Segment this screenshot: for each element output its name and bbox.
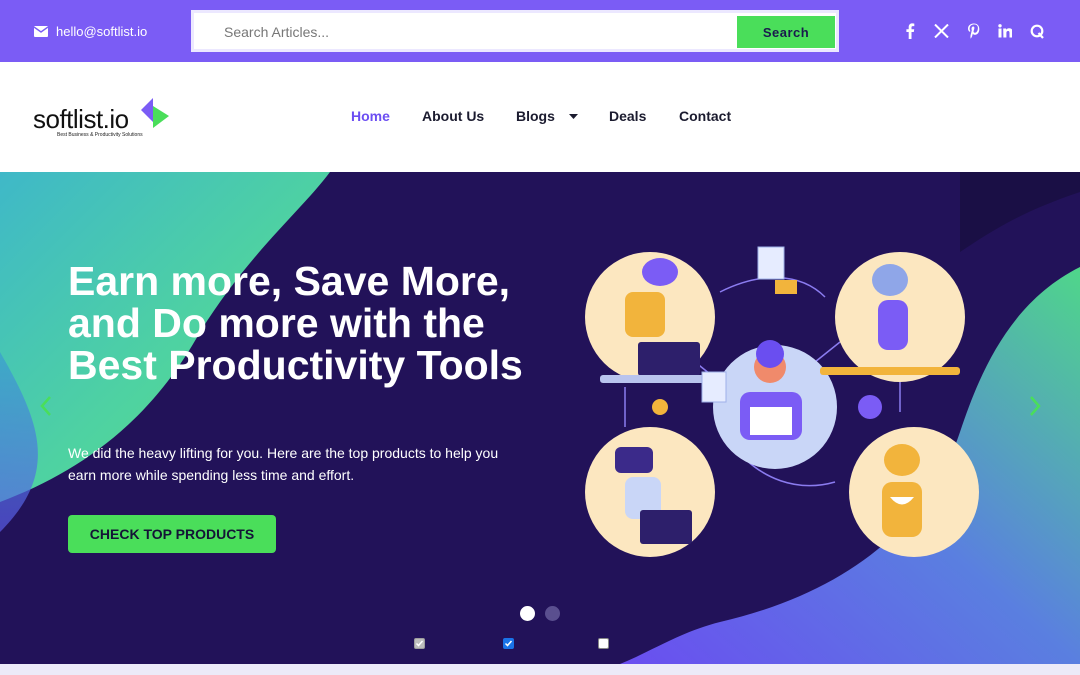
facebook-icon[interactable] bbox=[901, 22, 919, 40]
slider-dot-1[interactable] bbox=[520, 606, 535, 621]
checkbox-3[interactable] bbox=[598, 638, 609, 649]
logo-text: softlist.io bbox=[33, 104, 129, 134]
slider-next-arrow-icon[interactable] bbox=[1027, 394, 1043, 418]
x-twitter-icon[interactable] bbox=[932, 22, 950, 40]
search-input[interactable] bbox=[224, 19, 724, 45]
checkbox-2[interactable] bbox=[503, 638, 514, 649]
nav-about-us[interactable]: About Us bbox=[422, 108, 484, 124]
quora-icon[interactable] bbox=[1028, 22, 1046, 40]
search-button[interactable]: Search bbox=[737, 16, 835, 48]
slider-prev-arrow-icon[interactable] bbox=[38, 394, 54, 418]
contact-email[interactable]: hello@softlist.io bbox=[34, 24, 147, 39]
linkedin-icon[interactable] bbox=[996, 22, 1014, 40]
chevron-down-icon bbox=[568, 114, 578, 120]
nav-blogs-label: Blogs bbox=[516, 108, 555, 124]
slider-dot-2[interactable] bbox=[545, 606, 560, 621]
page-bottom-strip bbox=[0, 664, 1080, 675]
nav-contact[interactable]: Contact bbox=[679, 108, 731, 124]
top-bar: hello@softlist.io Search bbox=[0, 0, 1080, 62]
check-icon bbox=[504, 640, 513, 647]
pinterest-icon[interactable] bbox=[964, 22, 982, 40]
checkbox-1[interactable] bbox=[414, 638, 425, 649]
hero-slider: Earn more, Save More, and Do more with t… bbox=[0, 172, 1080, 664]
robots-productivity-illustration bbox=[585, 246, 979, 557]
envelope-icon bbox=[34, 26, 48, 37]
nav-blogs[interactable]: Blogs bbox=[516, 108, 578, 124]
logo-tagline: Best Business & Productivity Solutions bbox=[57, 132, 143, 138]
check-top-products-button[interactable]: CHECK TOP PRODUCTS bbox=[68, 515, 276, 553]
nav-deals[interactable]: Deals bbox=[609, 108, 646, 124]
site-logo[interactable]: softlist.io Best Business & Productivity… bbox=[33, 96, 173, 140]
logo-mark-icon bbox=[141, 98, 169, 128]
search-bar: Search bbox=[191, 10, 839, 52]
contact-email-text: hello@softlist.io bbox=[56, 24, 148, 39]
check-icon bbox=[415, 640, 424, 647]
nav-home[interactable]: Home bbox=[351, 108, 390, 124]
hero-headline: Earn more, Save More, and Do more with t… bbox=[68, 258, 523, 388]
main-header: softlist.io Best Business & Productivity… bbox=[0, 62, 1080, 172]
hero-subtext: We did the heavy lifting for you. Here a… bbox=[68, 445, 499, 483]
